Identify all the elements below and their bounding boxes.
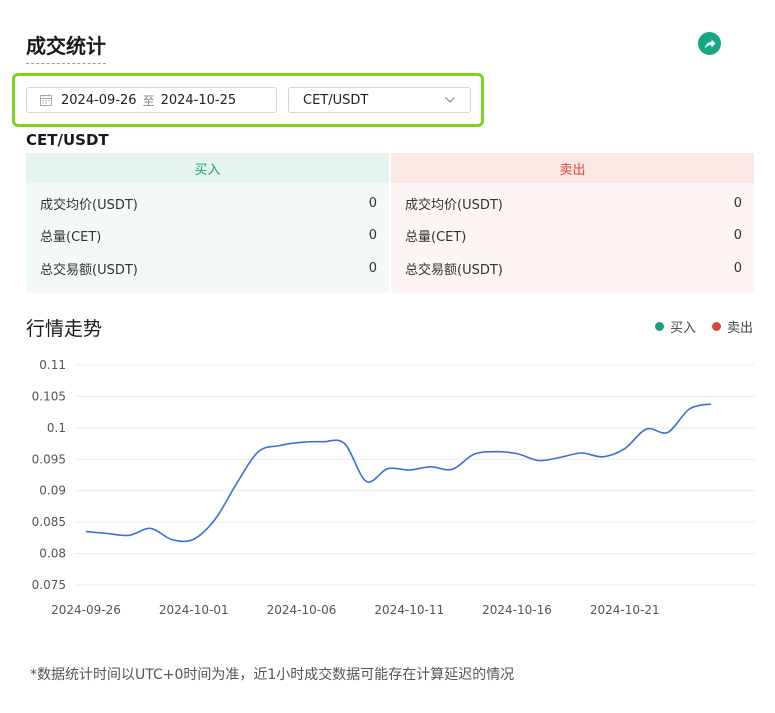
buy-stats-panel: 买入 成交均价(USDT) 0 总量(CET) 0 总交易额(USDT) 0 <box>26 153 389 293</box>
pair-select[interactable]: CET/USDT <box>288 87 471 113</box>
x-tick-label: 2024-10-11 <box>374 603 444 617</box>
calendar-icon <box>40 94 52 106</box>
legend-label-sell: 卖出 <box>727 321 754 336</box>
sell-stat-row: 成交均价(USDT) 0 <box>391 187 754 220</box>
buy-panel-title: 买入 <box>26 153 389 183</box>
x-axis: 2024-09-26 2024-10-01 2024-10-06 2024-10-11… <box>51 603 660 617</box>
y-axis: 0.11 0.105 0.1 0.095 0.09 0.085 0.08 0.075 <box>32 358 66 592</box>
sell-stat-row: 总量(CET) 0 <box>391 220 754 253</box>
stat-value: 0 <box>733 195 742 211</box>
sell-panel-title: 卖出 <box>391 153 754 183</box>
pair-heading: CET/USDT <box>26 131 109 149</box>
x-tick-label: 2024-10-06 <box>267 603 337 617</box>
trend-title: 行情走势 <box>26 318 103 340</box>
price-series-line <box>85 403 712 543</box>
pair-select-value: CET/USDT <box>303 92 369 108</box>
page-title: 成交统计 <box>26 30 106 64</box>
stat-label: 成交均价(USDT) <box>40 197 138 213</box>
stat-value: 0 <box>733 260 742 276</box>
footnote: *数据统计时间以UTC+0时间为准，近1小时成交数据可能存在计算延迟的情况 <box>30 667 515 683</box>
sell-stats-panel: 卖出 成交均价(USDT) 0 总量(CET) 0 总交易额(USDT) 0 <box>391 153 754 293</box>
stat-value: 0 <box>368 195 377 211</box>
y-tick-label: 0.11 <box>39 358 66 372</box>
stat-label: 总量(CET) <box>405 230 467 246</box>
legend-dot-buy <box>655 322 664 331</box>
legend-dot-sell <box>712 322 721 331</box>
stat-label: 成交均价(USDT) <box>405 197 503 213</box>
buy-stat-row: 成交均价(USDT) 0 <box>26 187 389 220</box>
y-tick-label: 0.105 <box>32 389 66 403</box>
stat-label: 总量(CET) <box>40 230 102 246</box>
y-tick-label: 0.075 <box>32 578 66 592</box>
stat-label: 总交易额(USDT) <box>40 262 138 278</box>
x-tick-label: 2024-10-21 <box>590 603 660 617</box>
start-date-input[interactable]: 2024-09-26 <box>61 93 137 108</box>
x-tick-label: 2024-10-16 <box>482 603 552 617</box>
stat-value: 0 <box>733 228 742 244</box>
y-tick-label: 0.09 <box>39 484 66 498</box>
chart-grid <box>75 364 755 586</box>
share-button[interactable] <box>698 32 721 55</box>
stat-value: 0 <box>368 228 377 244</box>
y-tick-label: 0.08 <box>39 547 66 561</box>
sell-stat-row: 总交易额(USDT) 0 <box>391 252 754 285</box>
date-range-picker[interactable]: 2024-09-26 至 2024-10-25 <box>26 87 277 113</box>
price-trend-chart: 0.11 0.105 0.1 0.095 0.09 0.085 0.08 0.075 2024… <box>32 358 755 617</box>
x-tick-label: 2024-09-26 <box>51 603 121 617</box>
share-arrow-icon <box>704 39 715 48</box>
buy-stat-row: 总交易额(USDT) 0 <box>26 252 389 285</box>
x-tick-label: 2024-10-01 <box>159 603 229 617</box>
chevron-down-icon <box>445 97 455 103</box>
y-tick-label: 0.085 <box>32 515 66 529</box>
legend-item-sell[interactable]: 卖出 <box>712 317 753 336</box>
legend-label-buy: 买入 <box>670 321 697 336</box>
end-date-input[interactable]: 2024-10-25 <box>161 93 237 108</box>
buy-stat-row: 总量(CET) 0 <box>26 220 389 253</box>
y-tick-label: 0.095 <box>32 452 66 466</box>
stat-label: 总交易额(USDT) <box>405 262 503 278</box>
date-range-separator: 至 <box>142 93 155 108</box>
stat-value: 0 <box>368 260 377 276</box>
legend-item-buy[interactable]: 买入 <box>655 317 696 336</box>
y-tick-label: 0.1 <box>47 421 66 435</box>
